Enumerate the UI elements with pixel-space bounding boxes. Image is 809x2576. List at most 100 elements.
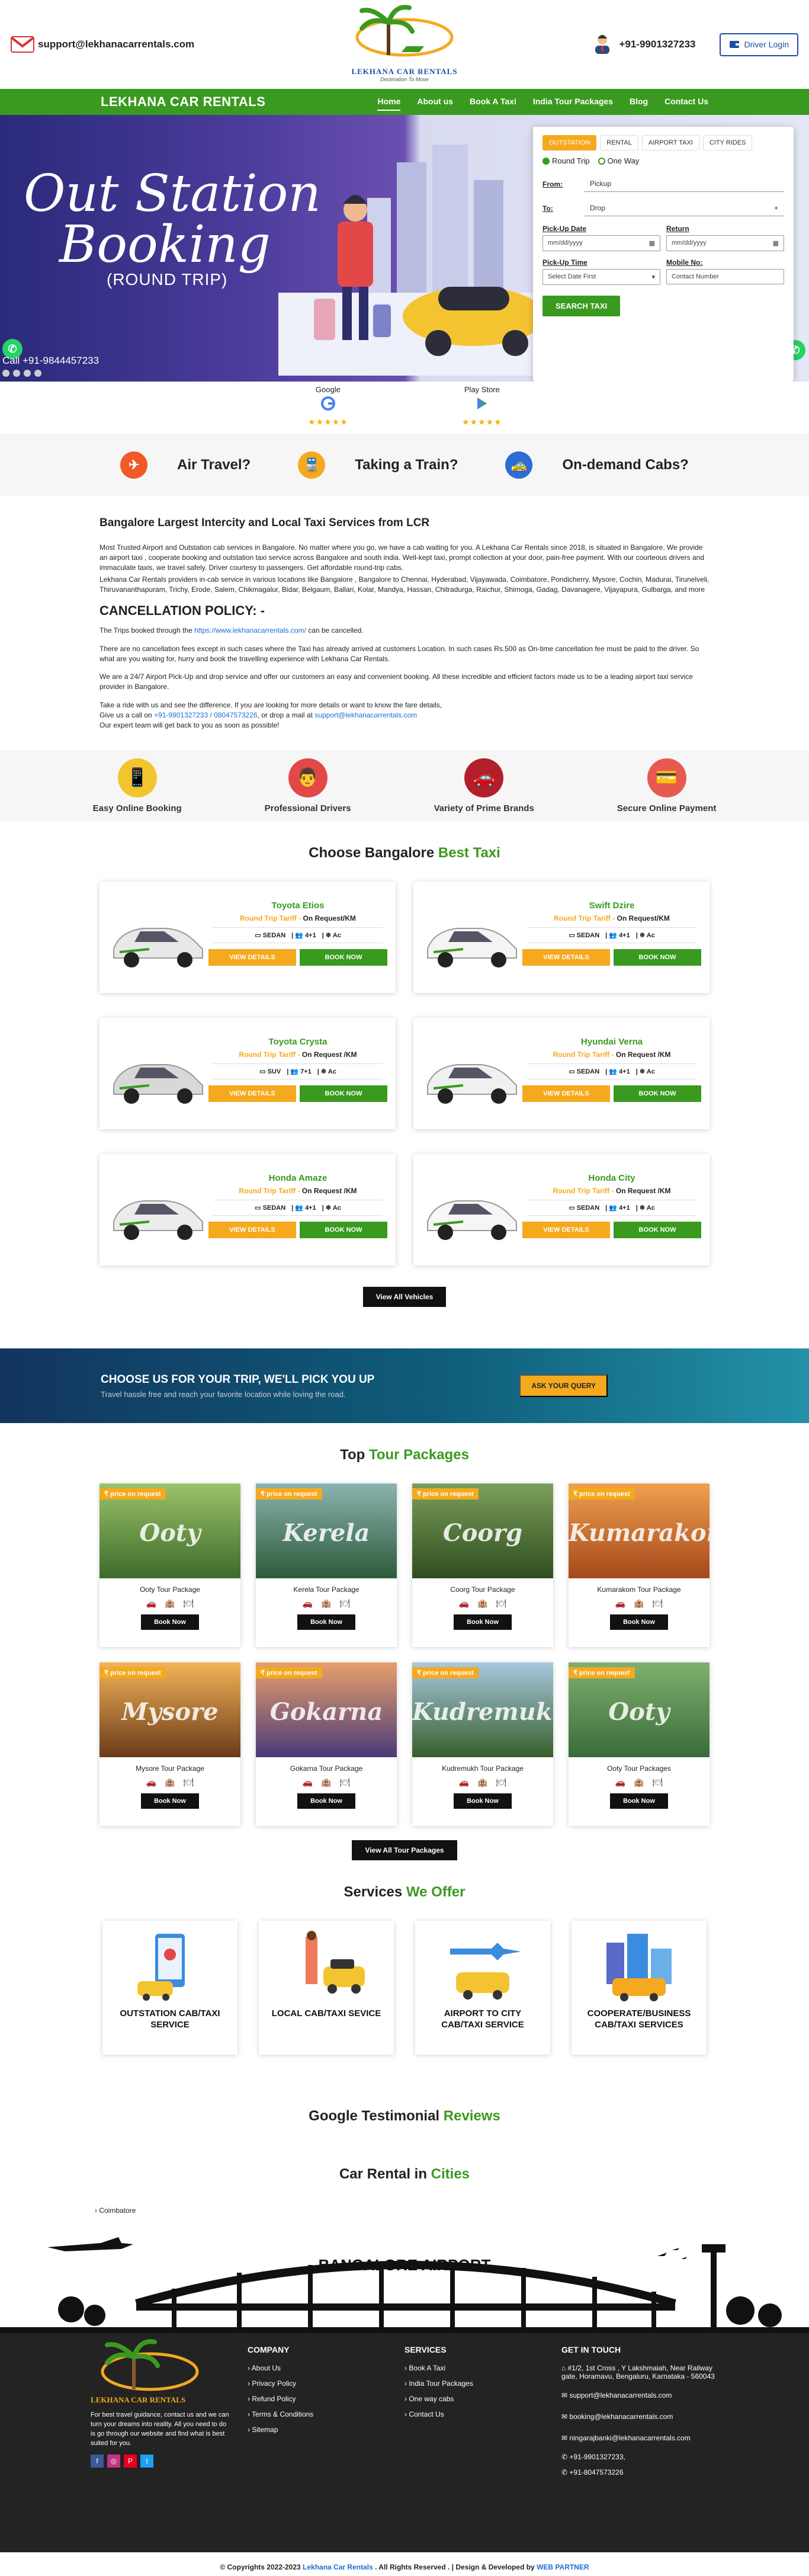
package-card: ₹ price on request Mysore Mysore Tour Pack… xyxy=(99,1662,240,1827)
site-link[interactable]: https://www.lekhanacarrentals.com/ xyxy=(194,626,306,635)
pickup-time-select[interactable]: Select Date First ▾ xyxy=(542,269,660,285)
service-outstation[interactable]: OUTSTATION CAB/TAXI SERVICE xyxy=(102,1921,237,2055)
nav-tour-packages[interactable]: India Tour Packages xyxy=(533,93,613,111)
tab-outstation[interactable]: OUTSTATION xyxy=(542,135,597,150)
view-all-vehicles-button[interactable]: View All Vehicles xyxy=(362,1287,447,1308)
nav-brand[interactable]: LEKHANA CAR RENTALS xyxy=(101,94,265,110)
footer-link[interactable]: › Sitemap xyxy=(248,2426,404,2434)
footer-link[interactable]: › Contact Us xyxy=(404,2410,561,2418)
package-book-button[interactable]: Book Now xyxy=(610,1793,668,1809)
one-way-radio[interactable]: One Way xyxy=(598,156,639,165)
search-taxi-button[interactable]: SEARCH TAXI xyxy=(542,296,621,316)
footer-mail[interactable]: ✉ support@lekhanacarrentals.com xyxy=(561,2391,718,2399)
playstore-rating[interactable]: Play Store ★★★★★ xyxy=(462,385,502,427)
hero-call-text[interactable]: Call +91-9844457233 xyxy=(2,355,99,367)
contact-mail-link[interactable]: support@lekhanacarrentals.com xyxy=(314,711,417,719)
package-book-button[interactable]: Book Now xyxy=(454,1614,512,1630)
footer-link[interactable]: › Refund Policy xyxy=(248,2395,404,2403)
view-details-button[interactable]: VIEW DETAILS xyxy=(208,1222,296,1239)
facebook-icon[interactable]: f xyxy=(91,2455,104,2468)
site-logo[interactable]: LEKHANA CAR RENTALS Destination To Move xyxy=(345,5,464,82)
nav-book-taxi[interactable]: Book A Taxi xyxy=(470,93,516,111)
meal-icon: 🍽 xyxy=(652,1598,663,1609)
book-now-button[interactable]: BOOK NOW xyxy=(300,1222,387,1239)
city-name[interactable]: Coimbatore xyxy=(99,2206,136,2215)
view-details-button[interactable]: VIEW DETAILS xyxy=(522,1085,610,1103)
slider-dot[interactable] xyxy=(2,370,9,377)
package-book-button[interactable]: Book Now xyxy=(297,1614,355,1630)
nav-contact[interactable]: Contact Us xyxy=(664,93,708,111)
return-date-input[interactable]: mm/dd/yyyy ▦ xyxy=(666,235,784,251)
footer-phone[interactable]: ✆ +91-9901327233, xyxy=(561,2453,718,2461)
google-rating[interactable]: Google ★★★★★ xyxy=(308,385,348,427)
header-phone[interactable]: +91-9901327233 xyxy=(592,33,696,57)
service-name: LOCAL CAB/TAXI SEVICE xyxy=(271,2008,381,2019)
footer-logo-icon[interactable] xyxy=(91,2339,209,2404)
copyright-brand-link[interactable]: Lekhana Car Rentals xyxy=(303,2563,373,2571)
mobile-input[interactable]: Contact Number xyxy=(666,269,784,284)
book-now-button[interactable]: BOOK NOW xyxy=(614,949,701,966)
slider-dot[interactable] xyxy=(24,370,31,377)
footer-link[interactable]: › Book A Taxi xyxy=(404,2364,561,2372)
view-details-button[interactable]: VIEW DETAILS xyxy=(208,1085,296,1103)
footer-link[interactable]: › Terms & Conditions xyxy=(248,2410,404,2418)
car-tariff: Round Trip Tariff - On Request /KM xyxy=(208,1050,387,1059)
car-image xyxy=(422,1162,522,1257)
nav-about[interactable]: About us xyxy=(417,93,453,111)
service-local[interactable]: LOCAL CAB/TAXI SEVICE xyxy=(259,1921,394,2055)
tab-city-rides[interactable]: CITY RIDES xyxy=(702,135,753,150)
view-details-button[interactable]: VIEW DETAILS xyxy=(522,949,610,966)
book-now-button[interactable]: BOOK NOW xyxy=(614,1222,701,1239)
contact-phones-link[interactable]: +91-9901327233 / 08047573226 xyxy=(154,711,258,719)
service-airport[interactable]: AIRPORT TO CITY CAB/TAXI SERVICE xyxy=(415,1921,550,2055)
instagram-icon[interactable]: ◎ xyxy=(107,2455,120,2468)
package-image: ₹ price on request Kudremukh xyxy=(412,1662,553,1758)
footer-link[interactable]: › About Us xyxy=(248,2364,404,2372)
add-stop-icon[interactable]: + xyxy=(774,204,778,212)
support-email-text[interactable]: support@lekhanacarrentals.com xyxy=(38,39,194,50)
tab-airport-taxi[interactable]: AIRPORT TAXI xyxy=(641,135,699,150)
pickup-date-input[interactable]: mm/dd/yyyy ▦ xyxy=(542,235,660,251)
header-phone-number[interactable]: +91-9901327233 xyxy=(619,39,695,50)
developer-link[interactable]: WEB PARTNER xyxy=(537,2563,589,2571)
footer-link[interactable]: › Privacy Policy xyxy=(248,2379,404,2388)
cabs-item[interactable]: 🚕 On-demand Cabs? xyxy=(505,451,689,479)
ask-query-button[interactable]: ASK YOUR QUERY xyxy=(519,1374,608,1398)
twitter-icon[interactable]: t xyxy=(140,2455,153,2468)
service-corporate[interactable]: COOPERATE/BUSINESS CAB/TAXI SERVICES xyxy=(572,1921,707,2055)
nav-home[interactable]: Home xyxy=(377,93,401,111)
slider-dot[interactable] xyxy=(34,370,41,377)
tab-rental[interactable]: RENTAL xyxy=(600,135,638,150)
to-input[interactable]: Drop + xyxy=(584,200,784,216)
package-book-button[interactable]: Book Now xyxy=(297,1793,355,1809)
nav-blog[interactable]: Blog xyxy=(630,93,648,111)
hero-call-number[interactable]: Call +91-9844457233 xyxy=(2,355,99,367)
footer-mail[interactable]: ✉ ningarajbanki@lekhanacarrentals.com xyxy=(561,2434,718,2442)
car-icon: 🚗 xyxy=(458,1598,470,1609)
from-input[interactable]: Pickup xyxy=(584,176,784,192)
footer-mail[interactable]: ✉ booking@lekhanacarrentals.com xyxy=(561,2412,718,2421)
city-item[interactable]: › Coimbatore xyxy=(95,2206,809,2215)
pinterest-icon[interactable]: P xyxy=(124,2455,137,2468)
view-details-button[interactable]: VIEW DETAILS xyxy=(208,949,296,966)
package-book-button[interactable]: Book Now xyxy=(610,1614,668,1630)
footer-phone[interactable]: ✆ +91-8047573226 xyxy=(561,2468,718,2476)
book-now-button[interactable]: BOOK NOW xyxy=(300,1085,387,1103)
package-book-button[interactable]: Book Now xyxy=(141,1793,199,1809)
package-book-button[interactable]: Book Now xyxy=(141,1614,199,1630)
train-item[interactable]: 🚆 Taking a Train? xyxy=(298,451,458,479)
package-book-button[interactable]: Book Now xyxy=(454,1793,512,1809)
slider-dot[interactable] xyxy=(13,370,20,377)
book-now-button[interactable]: BOOK NOW xyxy=(300,949,387,966)
view-all-packages-button[interactable]: View All Tour Packages xyxy=(352,1840,457,1861)
view-details-button[interactable]: VIEW DETAILS xyxy=(522,1222,610,1239)
footer-link[interactable]: › One way cabs xyxy=(404,2395,561,2403)
driver-login-button[interactable]: Driver Login xyxy=(719,33,798,56)
round-trip-radio[interactable]: Round Trip xyxy=(542,156,590,165)
book-now-button[interactable]: BOOK NOW xyxy=(614,1085,701,1103)
support-email[interactable]: support@lekhanacarrentals.com xyxy=(11,36,194,53)
air-travel-item[interactable]: ✈ Air Travel? xyxy=(120,451,251,479)
footer-link[interactable]: › India Tour Packages xyxy=(404,2379,561,2388)
car-tariff: Round Trip Tariff - On Request/KM xyxy=(208,914,387,922)
tariff-value: On Request /KM xyxy=(615,1187,671,1196)
